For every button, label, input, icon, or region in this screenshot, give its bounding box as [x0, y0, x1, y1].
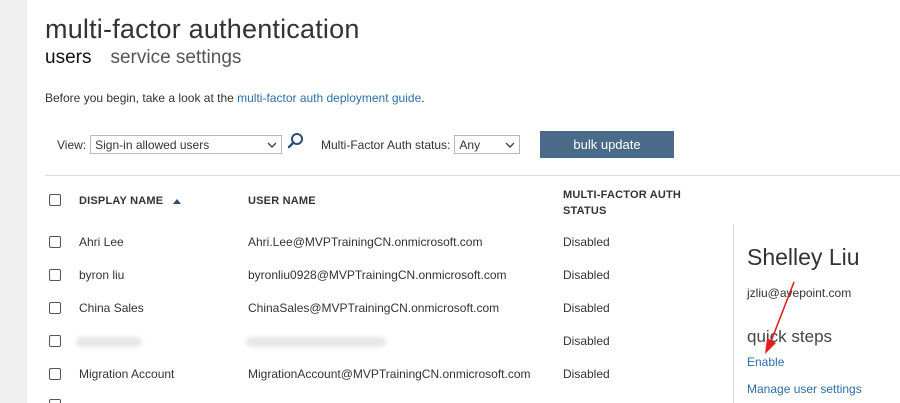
row-checkbox[interactable]	[49, 236, 61, 248]
header-mfa-status[interactable]: MULTI-FACTOR AUTH STATUS	[563, 187, 681, 219]
manage-user-settings-link[interactable]: Manage user settings	[747, 382, 862, 396]
row-checkbox[interactable]	[49, 269, 61, 281]
page-title: multi-factor authentication	[45, 14, 360, 44]
status-select[interactable]: Any	[454, 135, 521, 154]
view-select[interactable]: Sign-in allowed users	[90, 135, 283, 154]
status-cell: Disabled	[563, 334, 610, 348]
enable-link[interactable]: Enable	[747, 355, 784, 369]
status-cell: Disabled	[563, 367, 610, 381]
tab-service-settings[interactable]: service settings	[110, 47, 241, 69]
view-select-value: Sign-in allowed users	[95, 137, 210, 152]
row-checkbox[interactable]	[49, 368, 61, 380]
intro-text: Before you begin, take a look at the mul…	[45, 91, 425, 105]
header-user-name[interactable]: USER NAME	[248, 195, 316, 207]
bulk-update-button[interactable]: bulk update	[540, 131, 674, 158]
search-icon[interactable]	[287, 132, 305, 150]
view-label: View:	[57, 137, 87, 152]
status-select-value: Any	[459, 137, 481, 152]
view-filter: View: Sign-in allowed users	[57, 135, 283, 154]
status-filter: Multi-Factor Auth status: Any	[321, 135, 521, 154]
tab-users[interactable]: users	[45, 47, 91, 69]
row-checkbox[interactable]	[49, 335, 61, 347]
intro-suffix: .	[421, 91, 425, 105]
detail-panel-divider	[733, 224, 734, 403]
tab-bar: users service settings	[45, 47, 241, 69]
chevron-down-icon	[267, 140, 277, 150]
selected-user-name: Shelley Liu	[747, 244, 860, 270]
user-name-cell: MigrationAccount@MVPTrainingCN.onmicroso…	[248, 367, 531, 381]
status-cell: Disabled	[563, 235, 610, 249]
intro-prefix: Before you begin, take a look at the	[45, 91, 238, 105]
divider	[45, 175, 900, 176]
display-name-cell: Migration Account	[79, 367, 175, 381]
redacted-user-name	[246, 337, 386, 347]
chevron-down-icon	[505, 140, 515, 150]
select-all-checkbox[interactable]	[49, 194, 61, 206]
display-name-cell: byron liu	[79, 268, 125, 282]
redacted-display-name	[76, 337, 142, 347]
row-checkbox[interactable]	[49, 302, 61, 314]
status-cell: Disabled	[563, 268, 610, 282]
user-name-cell: Ahri.Lee@MVPTrainingCN.onmicrosoft.com	[248, 235, 483, 249]
user-name-cell: ChinaSales@MVPTrainingCN.onmicrosoft.com	[248, 301, 500, 315]
deployment-guide-link[interactable]: multi-factor auth deployment guide	[237, 91, 421, 105]
display-name-cell: China Sales	[79, 301, 144, 315]
row-checkbox[interactable]	[49, 399, 61, 403]
header-mfa-status-line2: STATUS	[563, 205, 607, 217]
sort-ascending-icon	[172, 195, 181, 207]
user-name-cell: byronliu0928@MVPTrainingCN.onmicrosoft.c…	[248, 268, 507, 282]
status-label: Multi-Factor Auth status:	[321, 137, 451, 152]
display-name-cell: Ahri Lee	[79, 235, 124, 249]
left-sidebar	[0, 0, 27, 403]
header-mfa-status-line1: MULTI-FACTOR AUTH	[563, 189, 682, 201]
header-display-name[interactable]: DISPLAY NAME	[79, 195, 181, 207]
status-cell: Disabled	[563, 301, 610, 315]
annotation-arrow-icon	[765, 281, 795, 354]
header-display-name-label: DISPLAY NAME	[79, 195, 164, 207]
